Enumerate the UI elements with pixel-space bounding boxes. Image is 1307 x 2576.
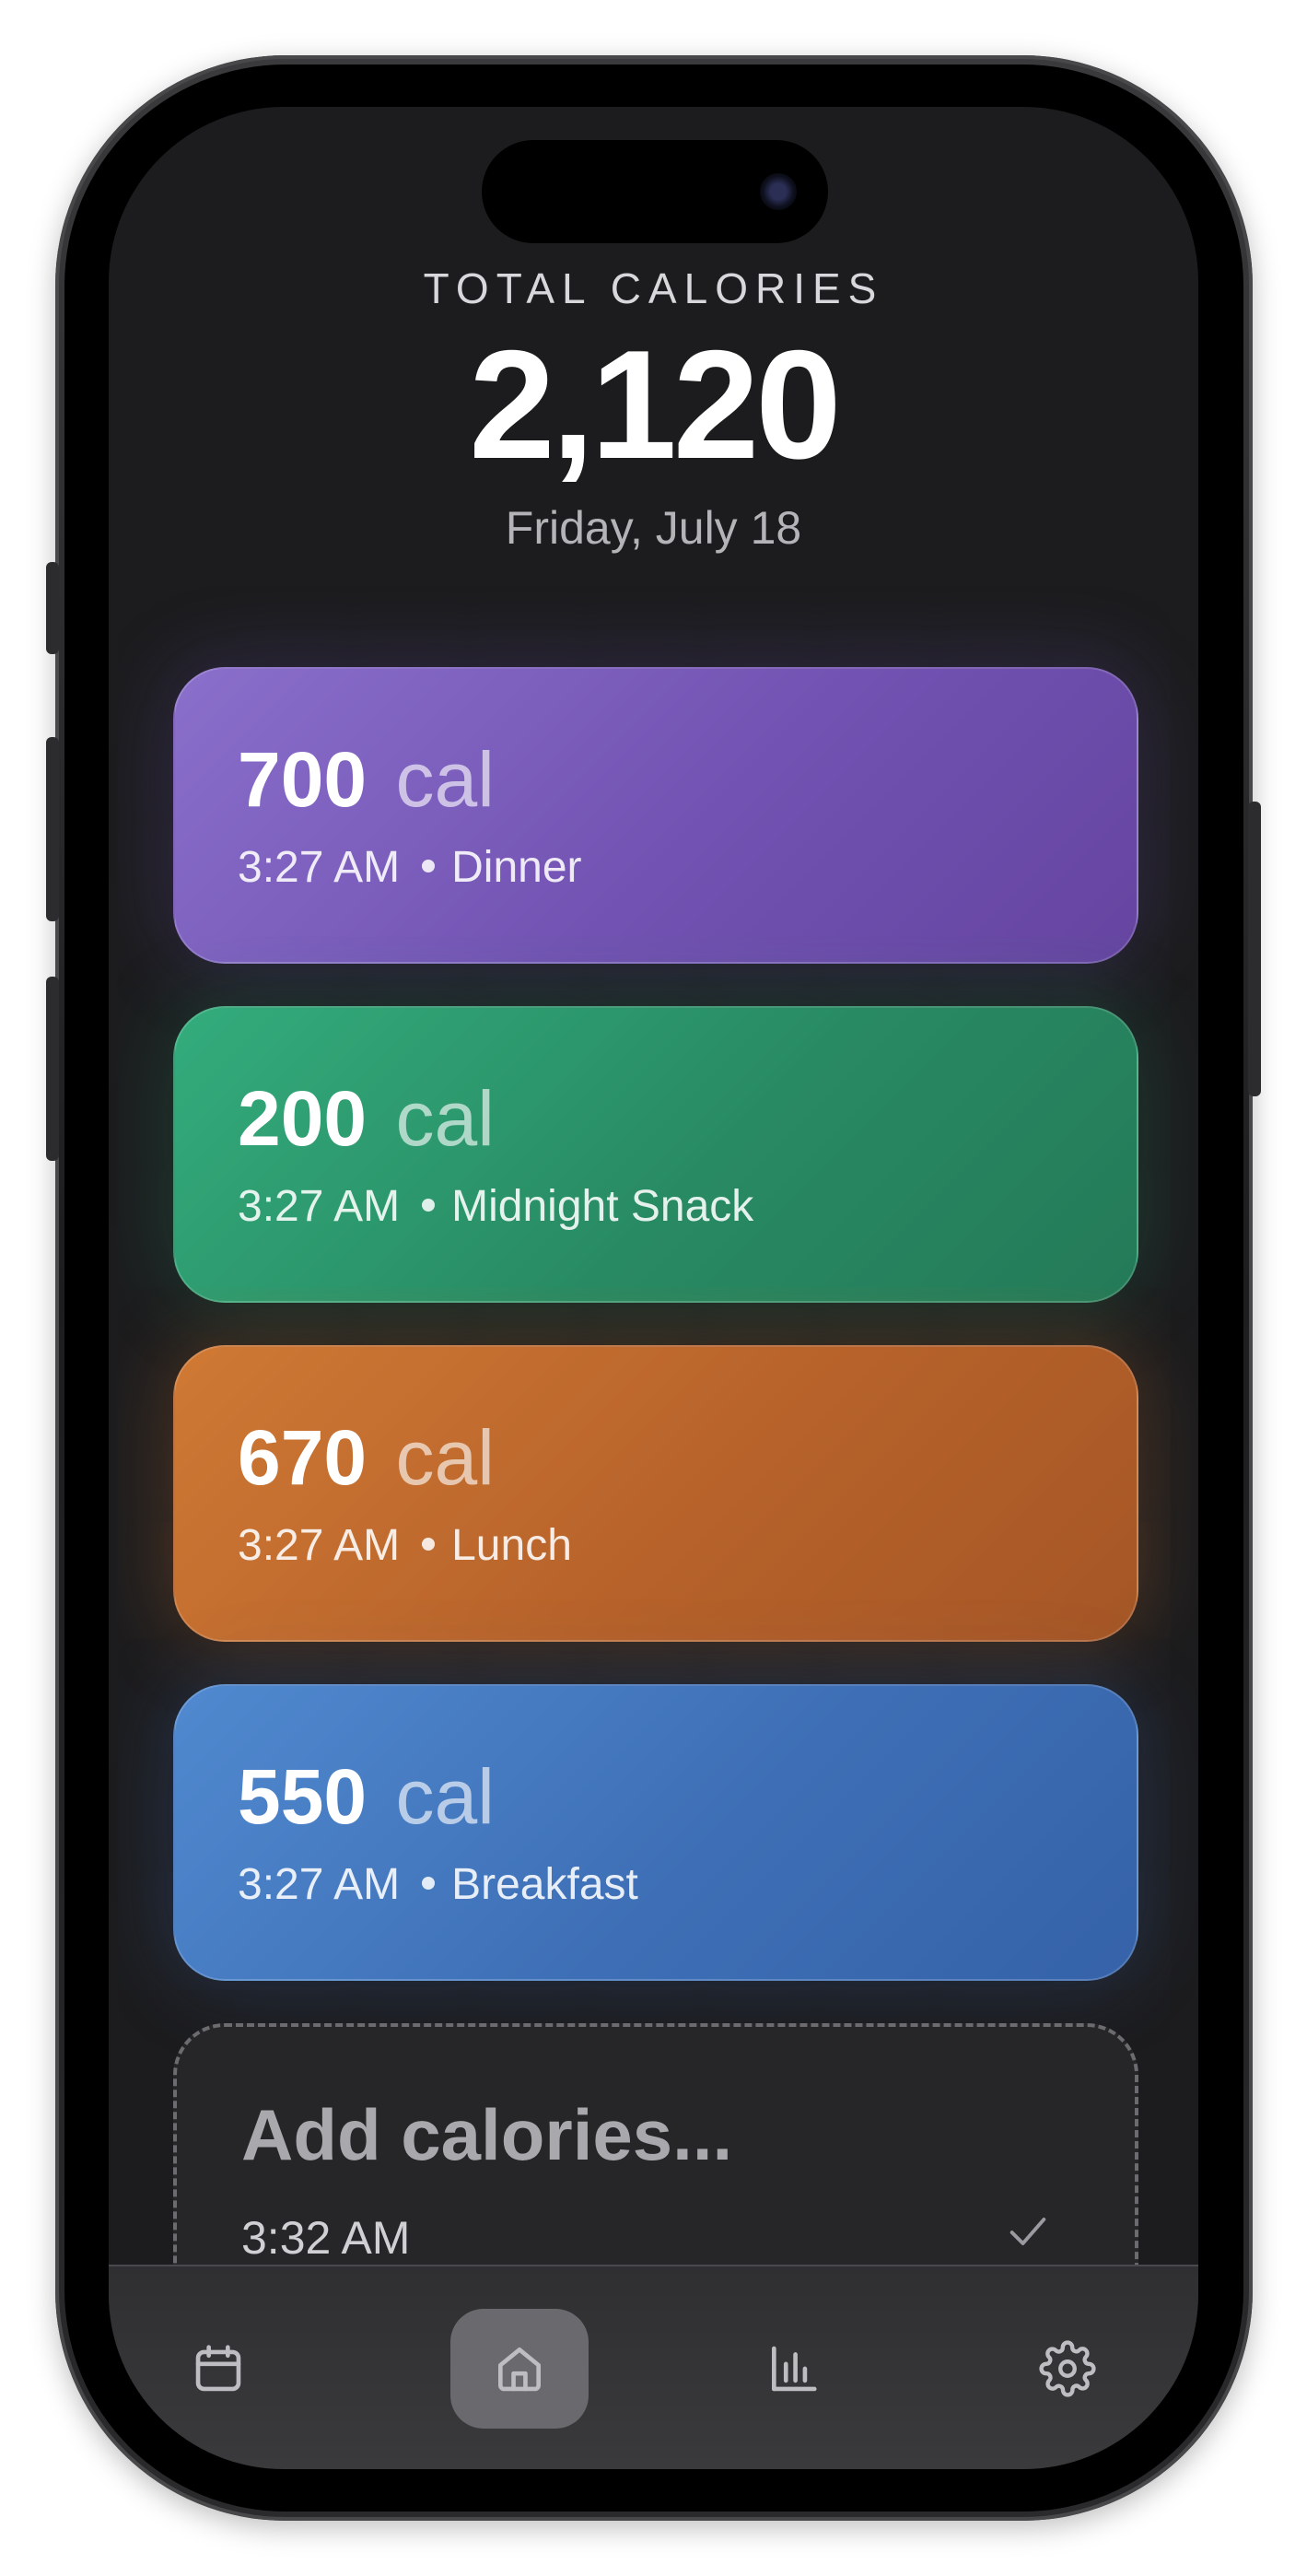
entry-calories: 550 bbox=[238, 1753, 368, 1840]
current-date: Friday, July 18 bbox=[505, 502, 802, 554]
separator-dot bbox=[422, 1538, 436, 1551]
checkmark-icon[interactable] bbox=[1004, 2207, 1052, 2255]
entry-time: 3:27 AM bbox=[238, 843, 401, 892]
entry-meal: Dinner bbox=[451, 843, 582, 892]
separator-dot bbox=[422, 1199, 436, 1212]
entry-meal: Lunch bbox=[451, 1521, 572, 1570]
entry-amount: 670 cal bbox=[238, 1413, 495, 1503]
entry-card-midnight-snack[interactable]: 200 cal 3:27 AM Midnight Snack bbox=[173, 1006, 1138, 1303]
total-calories-value: 2,120 bbox=[469, 318, 841, 491]
entry-card-lunch[interactable]: 670 cal 3:27 AM Lunch bbox=[173, 1345, 1138, 1642]
tab-bar bbox=[109, 2265, 1198, 2469]
entry-meal: Midnight Snack bbox=[451, 1182, 754, 1231]
home-icon bbox=[498, 2348, 541, 2392]
entry-calories: 700 bbox=[238, 736, 368, 823]
dynamic-island bbox=[482, 140, 828, 243]
add-calories-input[interactable]: Add calories... bbox=[241, 2093, 732, 2177]
volume-up-button bbox=[46, 737, 59, 921]
entry-meta: 3:27 AM Midnight Snack bbox=[238, 1181, 753, 1232]
entry-meal: Breakfast bbox=[451, 1860, 638, 1909]
tab-stats[interactable] bbox=[724, 2309, 862, 2429]
entry-unit: cal bbox=[395, 1753, 495, 1840]
add-entry-time[interactable]: 3:32 AM bbox=[241, 2211, 410, 2265]
separator-dot bbox=[422, 860, 436, 873]
summary-header: TOTAL CALORIES 2,120 Friday, July 18 bbox=[109, 263, 1198, 555]
entry-amount: 700 cal bbox=[238, 735, 495, 825]
volume-down-button bbox=[46, 977, 59, 1161]
gear-icon bbox=[1039, 2340, 1096, 2397]
camera-icon bbox=[760, 173, 797, 210]
entry-unit: cal bbox=[395, 736, 495, 823]
tab-settings[interactable] bbox=[998, 2309, 1137, 2429]
app-screen: TOTAL CALORIES 2,120 Friday, July 18 700… bbox=[109, 107, 1198, 2469]
entry-meta: 3:27 AM Breakfast bbox=[238, 1859, 638, 1910]
separator-dot bbox=[422, 1877, 436, 1891]
entry-calories: 670 bbox=[238, 1414, 368, 1501]
entry-time: 3:27 AM bbox=[238, 1860, 401, 1909]
entry-unit: cal bbox=[395, 1414, 495, 1501]
entry-unit: cal bbox=[395, 1075, 495, 1162]
entry-time: 3:27 AM bbox=[238, 1182, 401, 1231]
tab-calendar[interactable] bbox=[149, 2309, 287, 2429]
total-calories-label: TOTAL CALORIES bbox=[423, 264, 884, 312]
entry-meta: 3:27 AM Lunch bbox=[238, 1520, 572, 1571]
entry-time: 3:27 AM bbox=[238, 1521, 401, 1570]
entry-calories: 200 bbox=[238, 1075, 368, 1162]
entry-card-breakfast[interactable]: 550 cal 3:27 AM Breakfast bbox=[173, 1684, 1138, 1981]
entry-card-dinner[interactable]: 700 cal 3:27 AM Dinner bbox=[173, 667, 1138, 964]
tab-home[interactable] bbox=[450, 2309, 589, 2429]
action-button bbox=[46, 562, 59, 654]
entry-meta: 3:27 AM Dinner bbox=[238, 842, 582, 893]
calendar-icon bbox=[195, 2345, 241, 2392]
power-button bbox=[1248, 802, 1261, 1096]
bar-chart-icon bbox=[772, 2346, 817, 2392]
entry-amount: 550 cal bbox=[238, 1752, 495, 1842]
entry-amount: 200 cal bbox=[238, 1074, 495, 1164]
